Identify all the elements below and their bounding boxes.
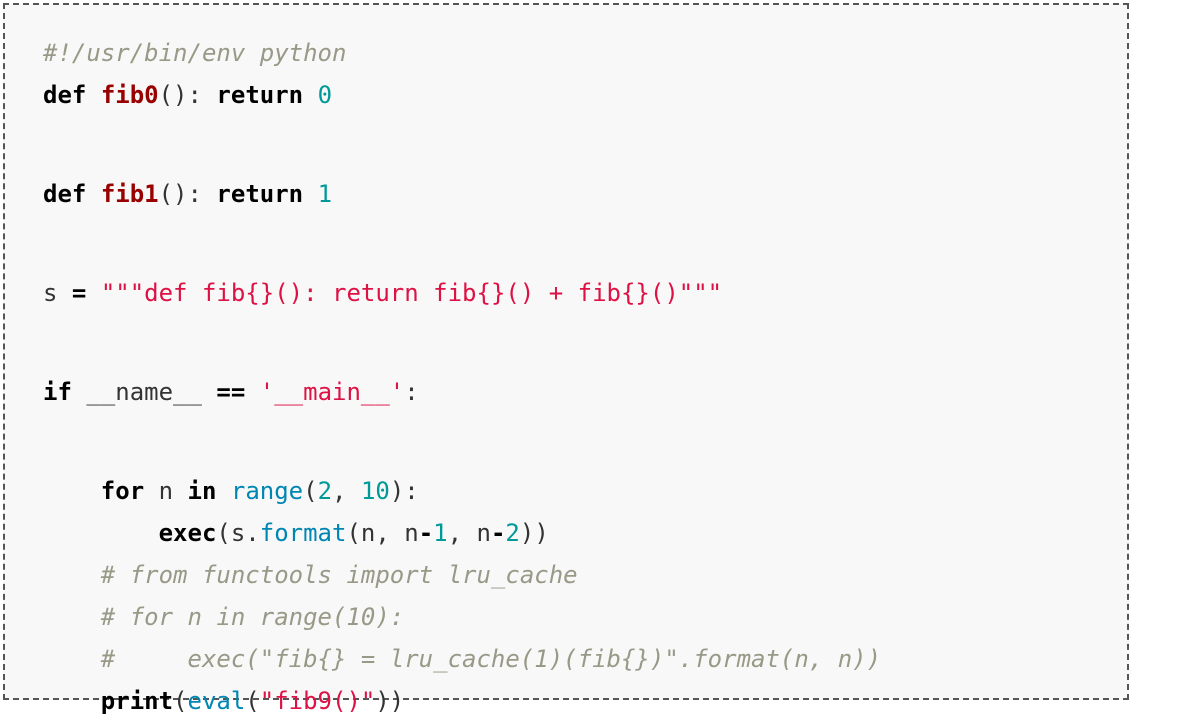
code-line-print: print(eval("fib9()")) xyxy=(43,680,1127,722)
keyword-if: if xyxy=(43,378,72,406)
keyword-return: return xyxy=(216,81,304,109)
code-line-comment-2: # for n in range(10): xyxy=(43,596,1127,638)
code-line-def-fib0: def fib0(): return 0 xyxy=(43,74,1127,116)
operator-assign: = xyxy=(71,279,87,307)
keyword-return: return xyxy=(216,180,304,208)
variable-n: n xyxy=(158,477,174,505)
code-line-def-fib1: def fib1(): return 1 xyxy=(43,173,1127,215)
variable-s: s xyxy=(43,279,58,307)
builtin-print: print xyxy=(100,687,174,715)
punct: ( xyxy=(245,687,260,715)
keyword-def: def xyxy=(43,81,87,109)
punct: )) xyxy=(519,519,549,547)
number-literal: 2 xyxy=(505,519,520,547)
number-literal: 1 xyxy=(317,180,333,208)
punct: , xyxy=(332,477,347,505)
comment: # from functools import lru_cache xyxy=(100,561,578,589)
number-literal: 2 xyxy=(317,477,333,505)
builtin-range: range xyxy=(230,477,304,505)
operator-minus: - xyxy=(490,519,506,547)
builtin-exec: exec xyxy=(158,519,217,547)
punct: (): xyxy=(158,81,202,109)
args: (n, n xyxy=(346,519,419,547)
punct: )) xyxy=(375,687,405,715)
keyword-in: in xyxy=(187,477,217,505)
string-literal: "fib9()" xyxy=(259,687,376,715)
code-line-comment-1: # from functools import lru_cache xyxy=(43,554,1127,596)
code-line-if-main: if __name__ == '__main__': xyxy=(43,371,1127,413)
builtin-eval: eval xyxy=(187,687,246,715)
code-line-shebang: #!/usr/bin/env python xyxy=(43,32,1127,74)
function-name-fib0: fib0 xyxy=(100,81,159,109)
punct: (s. xyxy=(216,519,260,547)
method-format: format xyxy=(259,519,347,547)
comment: # for n in range(10): xyxy=(100,603,405,631)
punct: (): xyxy=(158,180,202,208)
code-line-exec: exec(s.format(n, n-1, n-2)) xyxy=(43,512,1127,554)
string-literal: '__main__' xyxy=(259,378,405,406)
keyword-def: def xyxy=(43,180,87,208)
code-line-template-string: s = """def fib{}(): return fib{}() + fib… xyxy=(43,272,1127,314)
number-literal: 10 xyxy=(360,477,390,505)
number-literal: 1 xyxy=(433,519,448,547)
code-line-for-range: for n in range(2, 10): xyxy=(43,470,1127,512)
comment-shebang: #!/usr/bin/env python xyxy=(43,39,347,67)
punct: ( xyxy=(303,477,318,505)
code-line-comment-3: # exec("fib{} = lru_cache(1)(fib{})".for… xyxy=(43,638,1127,680)
string-literal: """def fib{}(): return fib{}() + fib{}()… xyxy=(100,279,723,307)
dunder-name: __name__ xyxy=(86,378,202,406)
keyword-for: for xyxy=(100,477,145,505)
number-literal: 0 xyxy=(317,81,333,109)
punct: ( xyxy=(173,687,188,715)
args: , n xyxy=(447,519,491,547)
function-name-fib1: fib1 xyxy=(100,180,159,208)
code-block: #!/usr/bin/env python def fib0(): return… xyxy=(3,3,1129,715)
punct: : xyxy=(404,378,419,406)
punct: ): xyxy=(389,477,419,505)
operator-eq: == xyxy=(216,378,246,406)
operator-minus: - xyxy=(418,519,434,547)
comment: # exec("fib{} = lru_cache(1)(fib{})".for… xyxy=(100,645,882,673)
